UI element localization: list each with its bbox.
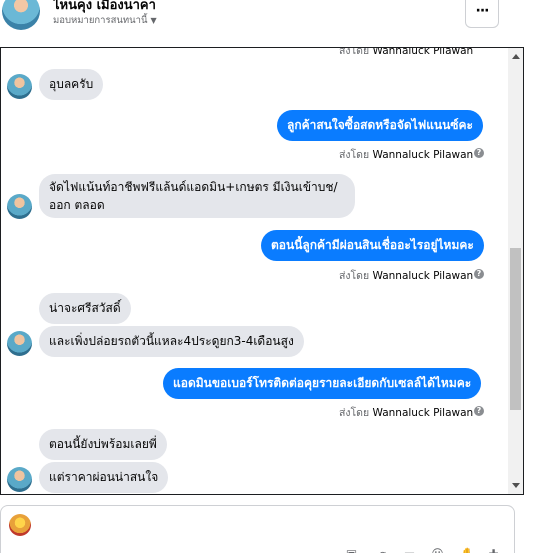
info-icon[interactable]: ? xyxy=(474,148,484,158)
attachment-icon[interactable]: ⌀ xyxy=(376,548,389,553)
outgoing-message[interactable]: ตอนนี้ลูกค้ามีผ่อนสินเชื่ออะไรอยู่ไหมคะ xyxy=(261,230,484,261)
info-icon[interactable]: ? xyxy=(474,406,484,416)
gif-icon[interactable]: ▭ xyxy=(403,548,416,553)
page-avatar xyxy=(9,514,31,536)
incoming-message[interactable]: จัดไฟแน้นท์อาชีพฟรีแล้นด์แอดมิน+เกษตร มี… xyxy=(39,174,355,218)
conversation-header: ไหนคุง เมืองนาคา มอบหมายการสนทนานี้ ▼ ··· xyxy=(0,0,524,48)
sent-by-prefix: ส่งโดย xyxy=(339,407,370,419)
incoming-message[interactable]: ตอนนี้ยังบ่พร้อมเลยพี่ xyxy=(39,429,167,460)
assign-conversation[interactable]: มอบหมายการสนทนานี้ ▼ xyxy=(53,13,157,28)
scrollbar-thumb[interactable] xyxy=(510,248,521,410)
contact-avatar[interactable] xyxy=(7,467,32,492)
emoji-icon[interactable]: ☺ xyxy=(431,548,444,553)
sent-by-prefix: ส่งโดย xyxy=(339,270,370,282)
sender-name: Wannaluck Pilawan xyxy=(372,407,474,419)
incoming-message[interactable]: และเพิ่งปล่อยรถตัวนี้แหละ4ประดูยก3-4เดือ… xyxy=(39,326,304,357)
contact-avatar[interactable] xyxy=(7,331,32,356)
incoming-message[interactable]: แต่ราคาผ่อนน่าสนใจ xyxy=(39,462,169,493)
messenger-window: ไหนคุง เมืองนาคา มอบหมายการสนทนานี้ ▼ ···… xyxy=(0,0,543,553)
incoming-message[interactable]: น่าจะศรีสวัสดิ์ xyxy=(39,293,131,324)
scroll-up-icon[interactable] xyxy=(512,54,520,59)
scroll-down-icon[interactable] xyxy=(512,483,520,488)
sent-by-label: ส่งโดย Wannaluck Pilawan xyxy=(339,146,473,163)
ellipsis-icon: ··· xyxy=(475,3,490,19)
chevron-down-icon: ▼ xyxy=(150,16,157,25)
contact-avatar[interactable] xyxy=(2,0,40,30)
assign-conversation-label: มอบหมายการสนทนานี้ xyxy=(53,15,148,26)
contact-avatar[interactable] xyxy=(7,194,32,219)
sent-by-prefix: ส่งโดย xyxy=(339,149,370,161)
sent-by-prefix: ส่งโดย xyxy=(339,47,370,57)
right-gutter xyxy=(524,0,543,553)
message-list[interactable]: ส่งโดย Wannaluck Pilawan อุบลครับ ลูกค้า… xyxy=(0,47,524,495)
sender-name: Wannaluck Pilawan xyxy=(372,47,474,57)
outgoing-message[interactable]: ลูกค้าสนใจซื้อสดหรือจัดไฟแนนซ์คะ xyxy=(277,110,483,141)
incoming-message[interactable]: อุบลครับ xyxy=(39,69,104,100)
sent-by-label: ส่งโดย Wannaluck Pilawan xyxy=(339,404,473,421)
scrollbar[interactable] xyxy=(508,48,523,494)
more-options-button[interactable]: ··· xyxy=(465,0,499,28)
more-tools-icon[interactable]: ✚ xyxy=(487,548,500,553)
outgoing-message[interactable]: แอดมินขอเบอร์โทรติดต่อคุยรายละเอียดกับเซ… xyxy=(163,368,482,399)
sent-by-label: ส่งโดย Wannaluck Pilawan xyxy=(339,47,474,59)
contact-avatar[interactable] xyxy=(7,74,32,99)
like-icon[interactable]: ✋ xyxy=(460,548,475,553)
sent-by-label: ส่งโดย Wannaluck Pilawan xyxy=(339,267,473,284)
bag-icon[interactable]: ▣ xyxy=(345,548,358,553)
message-composer[interactable]: ▣ ⌀ ▭ ☺ ✋ ✚ xyxy=(0,505,515,553)
sender-name: Wannaluck Pilawan xyxy=(372,149,474,161)
info-icon[interactable]: ? xyxy=(474,269,484,279)
sender-name: Wannaluck Pilawan xyxy=(372,270,474,282)
